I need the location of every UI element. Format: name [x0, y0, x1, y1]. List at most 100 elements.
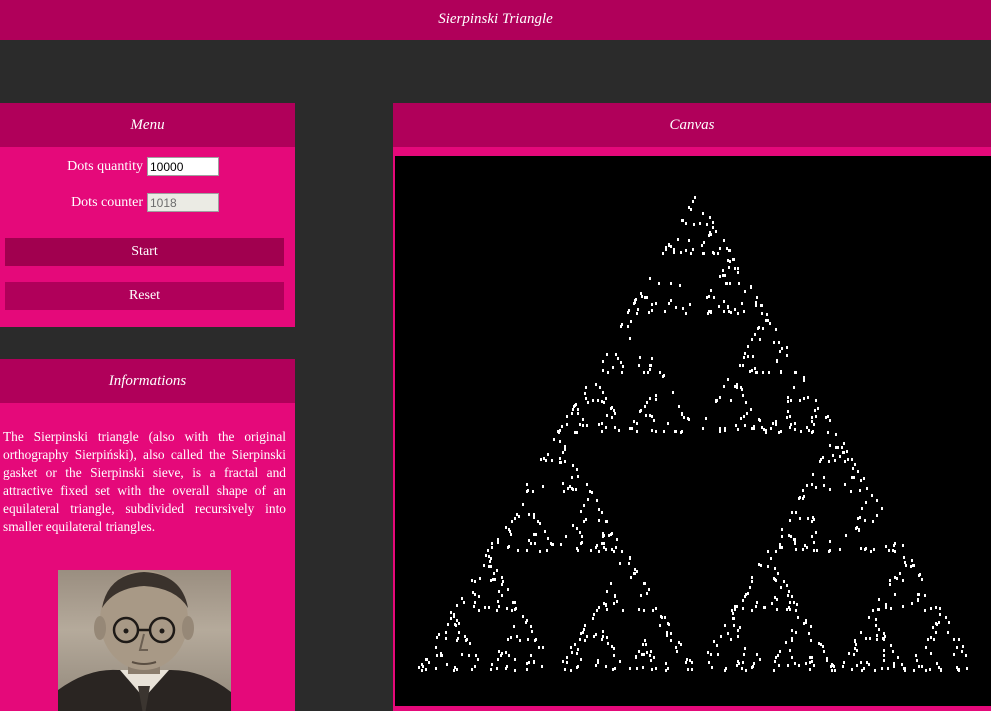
reset-button[interactable]: Reset: [5, 282, 284, 310]
dot: [511, 520, 513, 523]
dot: [883, 659, 885, 662]
dot: [803, 397, 805, 400]
dot: [936, 662, 938, 665]
dot: [854, 647, 856, 650]
dot: [496, 569, 498, 572]
dot: [756, 371, 758, 374]
dot: [780, 370, 782, 373]
dot: [528, 513, 530, 516]
dot: [709, 231, 711, 234]
dot: [510, 636, 512, 639]
dot: [630, 320, 632, 323]
dot: [639, 356, 641, 359]
dot: [708, 661, 710, 664]
dot: [584, 392, 586, 395]
dot: [519, 639, 521, 642]
dot: [894, 576, 896, 579]
dot: [759, 419, 761, 422]
dot: [710, 653, 712, 656]
dot: [665, 669, 667, 672]
dot: [595, 383, 597, 386]
dot: [822, 645, 824, 648]
dot: [834, 459, 836, 462]
dot: [885, 603, 887, 606]
dot: [593, 635, 595, 638]
dot: [488, 555, 490, 558]
dot: [498, 650, 500, 653]
dot: [878, 628, 880, 631]
drawing-canvas[interactable]: [395, 156, 991, 706]
dot: [533, 661, 535, 664]
dot: [613, 550, 615, 553]
dot: [691, 668, 693, 671]
dot: [615, 546, 617, 549]
dot: [940, 668, 942, 671]
dot: [501, 594, 503, 597]
dot: [469, 642, 471, 645]
dot: [737, 635, 739, 638]
dot: [876, 638, 878, 641]
dot: [418, 666, 420, 669]
dot: [611, 416, 613, 419]
dot: [917, 593, 919, 596]
dot: [948, 621, 950, 624]
dot: [751, 580, 753, 583]
dot: [753, 425, 755, 428]
dot: [542, 485, 544, 488]
dot: [811, 520, 813, 523]
dot: [799, 399, 801, 402]
dot: [768, 371, 770, 374]
dot: [630, 576, 632, 579]
dot: [868, 616, 870, 619]
dot: [839, 548, 841, 551]
dot: [794, 538, 796, 541]
dot: [533, 516, 535, 519]
start-button[interactable]: Start: [5, 238, 284, 266]
dot: [846, 450, 848, 453]
dot: [606, 608, 608, 611]
dot: [597, 399, 599, 402]
dot: [751, 427, 753, 430]
dot: [507, 638, 509, 641]
dot: [761, 426, 763, 429]
dot: [776, 608, 778, 611]
dot: [688, 206, 690, 209]
dot: [608, 534, 610, 537]
dot: [749, 586, 751, 589]
dot: [883, 638, 885, 641]
dot: [775, 328, 777, 331]
dot: [727, 259, 729, 262]
dot: [667, 622, 669, 625]
dot: [601, 542, 603, 545]
dot: [579, 531, 581, 534]
dot: [899, 572, 901, 575]
dot: [712, 221, 714, 224]
dot: [582, 418, 584, 421]
dot: [736, 664, 738, 667]
dot: [473, 605, 475, 608]
dot: [494, 578, 496, 581]
dot: [786, 346, 788, 349]
dot: [642, 666, 644, 669]
dot: [689, 659, 691, 662]
dot: [616, 600, 618, 603]
dot: [741, 667, 743, 670]
dot: [781, 535, 783, 538]
dots-quantity-input[interactable]: [147, 157, 219, 176]
dot: [585, 518, 587, 521]
dot: [837, 446, 839, 449]
dot: [505, 651, 507, 654]
dot: [571, 476, 573, 479]
dot: [777, 654, 779, 657]
dot: [516, 513, 518, 516]
dot: [781, 546, 783, 549]
dot: [734, 267, 736, 270]
dot: [868, 663, 870, 666]
dot: [760, 304, 762, 307]
dot: [593, 613, 595, 616]
dot: [679, 284, 681, 287]
dot: [533, 533, 535, 536]
dot: [844, 483, 846, 486]
dot: [538, 646, 540, 649]
dot: [534, 542, 536, 545]
